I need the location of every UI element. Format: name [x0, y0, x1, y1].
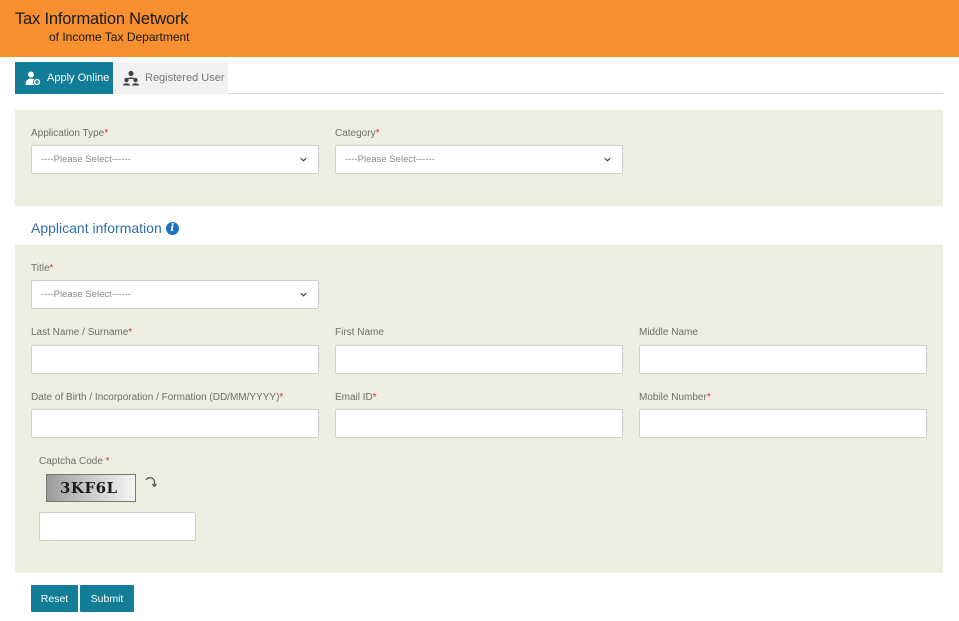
refresh-icon[interactable] [143, 475, 157, 489]
captcha-image: 3KF6L [46, 474, 136, 502]
category-value: ----Please Select------ [345, 154, 435, 165]
application-type-select[interactable]: ----Please Select------ [31, 145, 319, 174]
title-select[interactable]: ----Please Select------ [31, 280, 319, 309]
captcha-input[interactable] [39, 512, 196, 541]
applicant-information-heading: Applicant information i [31, 220, 179, 236]
middle-name-label: Middle Name [639, 327, 698, 338]
tab-apply-online[interactable]: Apply Online [15, 62, 113, 94]
email-input[interactable] [335, 409, 623, 438]
tab-apply-online-label: Apply Online [47, 72, 110, 84]
first-name-input[interactable] [335, 345, 623, 374]
application-type-value: ----Please Select------ [41, 154, 131, 165]
user-plus-icon [25, 71, 41, 86]
chevron-down-icon [300, 292, 307, 297]
users-icon [123, 70, 139, 86]
captcha-label: Captcha Code * [39, 456, 110, 467]
mobile-input[interactable] [639, 409, 927, 438]
info-icon[interactable]: i [165, 221, 179, 235]
application-type-label: Application Type* [31, 128, 109, 139]
site-subtitle: of Income Tax Department [49, 30, 190, 44]
middle-name-input[interactable] [639, 345, 927, 374]
chevron-down-icon [604, 157, 611, 162]
title-value: ----Please Select------ [41, 289, 131, 300]
first-name-label: First Name [335, 327, 384, 338]
applicant-information-title: Applicant information [31, 220, 162, 236]
reset-button[interactable]: Reset [31, 585, 78, 612]
chevron-down-icon [300, 157, 307, 162]
category-label: Category* [335, 128, 380, 139]
tab-registered-user[interactable]: Registered User [113, 62, 228, 94]
email-label: Email ID* [335, 392, 377, 403]
last-name-input[interactable] [31, 345, 319, 374]
tab-registered-user-label: Registered User [145, 72, 225, 84]
tab-bar: Apply Online Registered User [15, 62, 943, 94]
mobile-label: Mobile Number* [639, 392, 711, 403]
last-name-label: Last Name / Surname* [31, 327, 133, 338]
dob-label: Date of Birth / Incorporation / Formatio… [31, 392, 284, 403]
title-label: Title* [31, 263, 54, 274]
dob-input[interactable] [31, 409, 319, 438]
site-title: Tax Information Network [15, 10, 189, 28]
submit-button[interactable]: Submit [80, 585, 134, 612]
site-header: Tax Information Network of Income Tax De… [0, 0, 959, 57]
category-select[interactable]: ----Please Select------ [335, 145, 623, 174]
